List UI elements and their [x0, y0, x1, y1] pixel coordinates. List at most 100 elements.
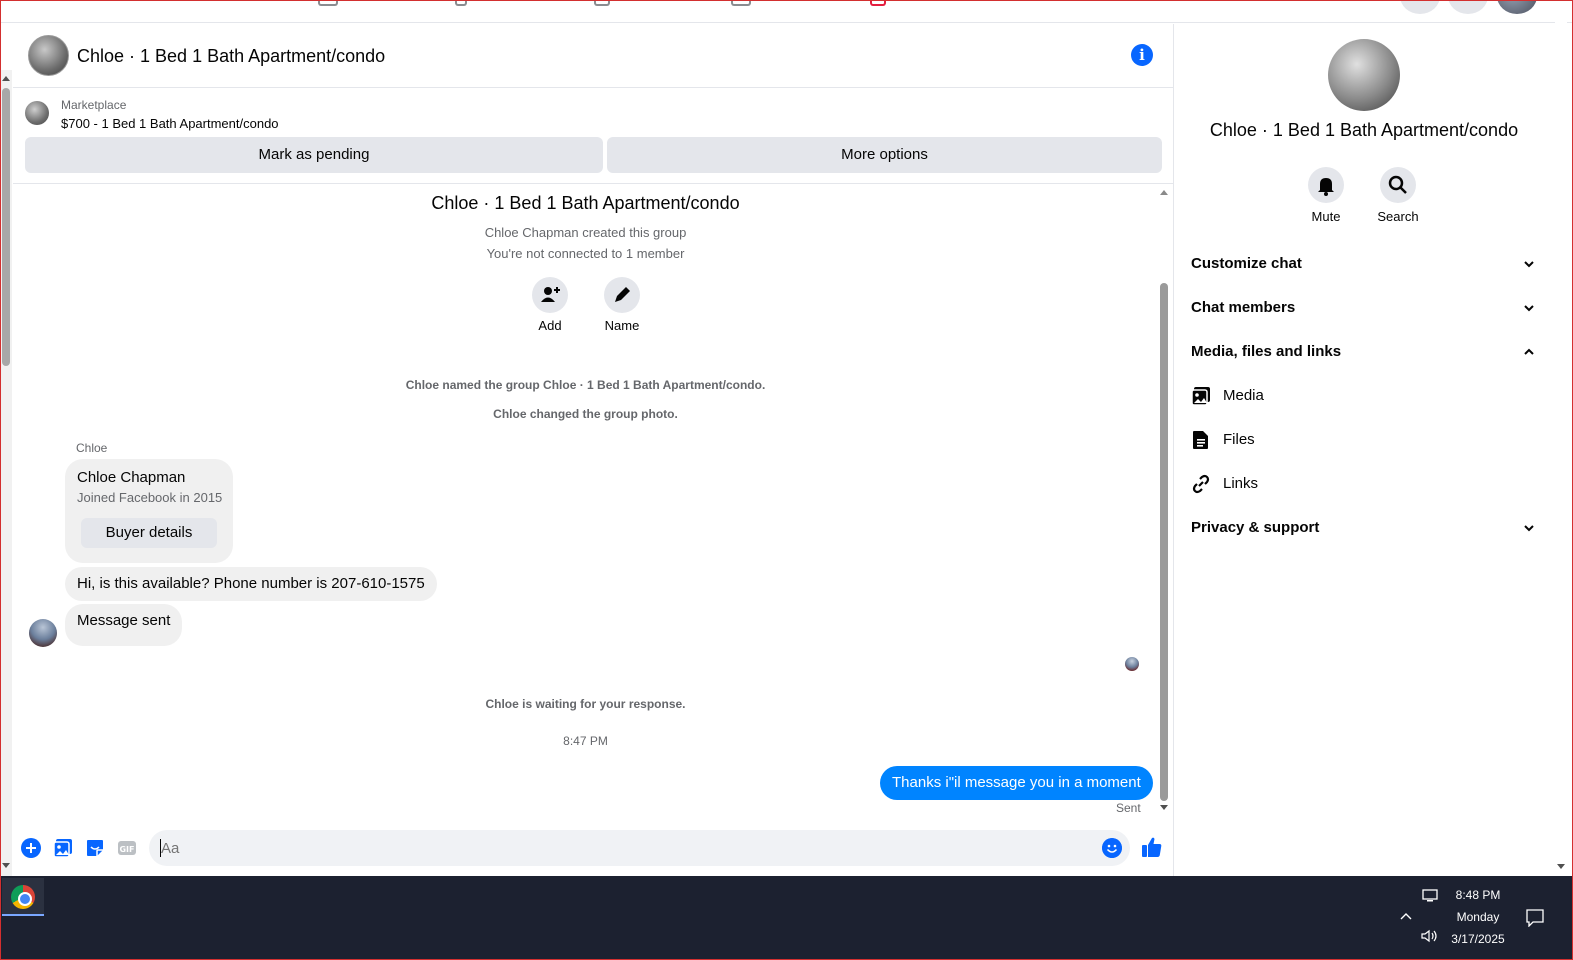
rename-group-button[interactable]: [604, 277, 640, 313]
chat-title[interactable]: Chloe · 1 Bed 1 Bath Apartment/condo: [77, 46, 385, 67]
read-receipt-avatar: [1125, 657, 1139, 671]
chat-members-row[interactable]: Chat members: [1191, 286, 1535, 330]
incoming-message[interactable]: Hi, is this available? Phone number is 2…: [65, 567, 437, 601]
messenger-button[interactable]: [1448, 0, 1488, 14]
buyer-details-button[interactable]: Buyer details: [81, 518, 217, 548]
message-input[interactable]: [161, 830, 1081, 866]
plus-icon[interactable]: [21, 838, 41, 858]
customize-chat-row[interactable]: Customize chat: [1191, 242, 1535, 286]
message-timestamp: 8:47 PM: [563, 734, 608, 748]
info-icon[interactable]: i: [1131, 44, 1153, 66]
scroll-down-arrow-icon[interactable]: [2, 863, 10, 868]
more-options-button[interactable]: More options: [607, 137, 1162, 173]
chevron-down-icon: [1524, 525, 1534, 532]
profile-avatar-button[interactable]: [1497, 0, 1537, 14]
volume-icon[interactable]: [1421, 929, 1439, 943]
buyer-name[interactable]: Chloe Chapman: [77, 469, 185, 486]
add-label: Add: [538, 318, 562, 333]
files-label: Files: [1223, 431, 1255, 448]
listing-thumbnail[interactable]: [25, 101, 49, 125]
chevron-up-icon: [1524, 348, 1534, 355]
sender-avatar[interactable]: [29, 619, 57, 647]
message-composer: GIF: [13, 826, 1174, 876]
file-icon: [1193, 431, 1208, 449]
privacy-support-row[interactable]: Privacy & support: [1191, 506, 1535, 550]
video-nav-icon[interactable]: [455, 0, 467, 6]
media-label: Media: [1223, 387, 1264, 404]
windows-taskbar: 8:48 PM Monday 3/17/2025: [0, 876, 1573, 960]
panel-title: Chloe · 1 Bed 1 Bath Apartment/condo: [1209, 120, 1519, 140]
thumbs-up-icon[interactable]: [1141, 836, 1163, 858]
created-by-text: Chloe Chapman created this group: [484, 225, 687, 240]
mute-button[interactable]: [1308, 167, 1344, 203]
clock-date[interactable]: 3/17/2025: [1438, 932, 1518, 946]
scroll-up-arrow-icon[interactable]: [2, 76, 10, 81]
chevron-down-icon: [1524, 261, 1534, 268]
sender-name: Chloe: [76, 441, 108, 455]
thread-scroll-up-icon[interactable]: [1160, 190, 1168, 195]
add-member-button[interactable]: [532, 277, 568, 313]
search-label: Search: [1377, 209, 1419, 224]
search-icon: [1388, 175, 1407, 194]
links-item[interactable]: Links: [1191, 462, 1535, 506]
bell-icon: [1318, 178, 1334, 196]
search-button[interactable]: [1380, 167, 1416, 203]
notifications-nav-icon[interactable]: [870, 0, 886, 6]
top-navigation-strip: [0, 0, 1573, 23]
notification-center-icon[interactable]: [1526, 909, 1544, 927]
chat-header: Chloe · 1 Bed 1 Bath Apartment/condo i: [13, 24, 1174, 88]
chevron-down-icon: [1524, 305, 1534, 312]
link-icon: [1192, 474, 1210, 494]
buyer-joined-text: Joined Facebook in 2015: [77, 490, 223, 505]
incoming-message[interactable]: Message sent: [65, 604, 183, 646]
page-right-scrollbar[interactable]: [1555, 0, 1567, 876]
waiting-notice: Chloe is waiting for your response.: [485, 697, 686, 711]
thread-scrollbar-thumb[interactable]: [1160, 283, 1168, 801]
message-thread: Chloe · 1 Bed 1 Bath Apartment/condo Chl…: [13, 185, 1174, 825]
chat-window: Chloe · 1 Bed 1 Bath Apartment/condo i M…: [13, 24, 1174, 876]
group-title: Chloe · 1 Bed 1 Bath Apartment/condo: [431, 193, 740, 213]
sticker-icon[interactable]: [85, 838, 105, 858]
media-item[interactable]: Media: [1191, 374, 1535, 418]
not-connected-text: You're not connected to 1 member: [486, 246, 685, 261]
customize-chat-label: Customize chat: [1191, 255, 1302, 272]
panel-group-avatar[interactable]: [1328, 39, 1400, 111]
chrome-icon: [11, 885, 35, 909]
chat-details-panel: Chloe · 1 Bed 1 Bath Apartment/condo Mut…: [1175, 24, 1555, 876]
svg-text:GIF: GIF: [119, 845, 134, 854]
chrome-taskbar-button[interactable]: [2, 878, 44, 916]
right-scroll-down-icon[interactable]: [1557, 864, 1565, 869]
outgoing-message[interactable]: Thanks i"il message you in a moment: [880, 766, 1153, 800]
page-scrollbar-thumb[interactable]: [2, 88, 10, 366]
pencil-icon: [615, 287, 630, 302]
thread-scroll-down-icon[interactable]: [1160, 805, 1168, 810]
photo-icon[interactable]: [53, 838, 73, 858]
groups-nav-icon[interactable]: [594, 0, 610, 6]
files-item[interactable]: Files: [1191, 418, 1535, 462]
mark-as-pending-button[interactable]: Mark as pending: [25, 137, 603, 173]
media-files-links-row[interactable]: Media, files and links: [1191, 330, 1535, 374]
media-files-links-label: Media, files and links: [1191, 343, 1342, 360]
privacy-support-label: Privacy & support: [1191, 519, 1320, 536]
listing-title[interactable]: $700 - 1 Bed 1 Bath Apartment/condo: [61, 116, 279, 131]
menu-grid-button[interactable]: [1400, 0, 1440, 14]
marketplace-nav-icon[interactable]: [318, 0, 338, 6]
media-icon: [1191, 387, 1210, 406]
clock-day[interactable]: Monday: [1438, 910, 1518, 924]
sent-status: Sent: [1116, 801, 1141, 815]
gif-icon[interactable]: GIF: [117, 838, 137, 858]
marketplace-label: Marketplace: [61, 98, 127, 112]
links-label: Links: [1223, 475, 1259, 492]
group-renamed-event: Chloe named the group Chloe · 1 Bed 1 Ba…: [405, 378, 766, 392]
thread-scrollbar[interactable]: [1158, 185, 1170, 817]
chevron-up-icon[interactable]: [1399, 911, 1413, 921]
emoji-icon[interactable]: [1102, 838, 1122, 858]
marketplace-listing-bar: Marketplace $700 - 1 Bed 1 Bath Apartmen…: [13, 89, 1174, 184]
message-input-wrapper: [149, 830, 1130, 866]
add-person-icon: [541, 287, 560, 302]
group-avatar[interactable]: [28, 35, 69, 76]
clock-time[interactable]: 8:48 PM: [1438, 888, 1518, 902]
buyer-profile-card: Chloe Chapman Joined Facebook in 2015 Bu…: [65, 459, 233, 563]
gaming-nav-icon[interactable]: [731, 0, 751, 6]
page-scrollbar[interactable]: [0, 70, 12, 876]
